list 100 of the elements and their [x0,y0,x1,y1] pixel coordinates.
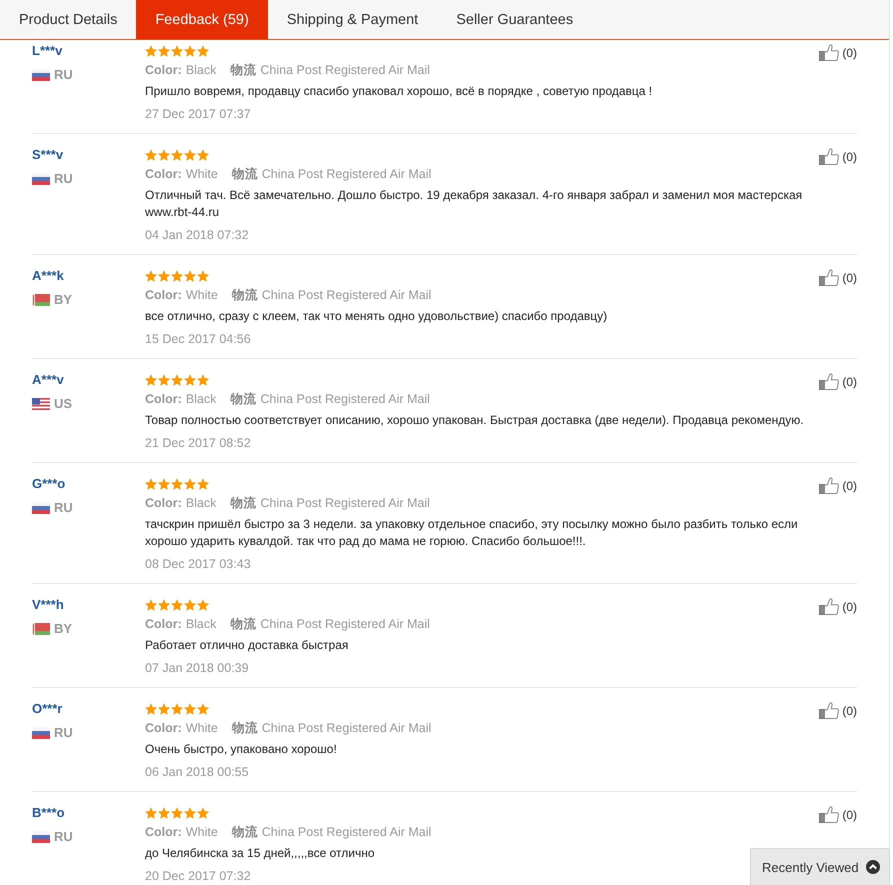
country-code: BY [54,291,72,309]
country-code: RU [54,170,73,188]
reviewer-name[interactable]: O***r [32,700,62,718]
color-value: Black [186,62,216,79]
shipping-label: 物流 [232,287,258,304]
shipping-method: China Post Registered Air Mail [260,495,430,512]
flag-icon [32,623,50,635]
color-label: Color: [145,391,182,408]
flag-icon [32,294,50,306]
shipping-method: China Post Registered Air Mail [260,391,430,408]
color-label: Color: [145,287,182,304]
review-date: 20 Dec 2017 07:32 [145,870,251,882]
thumbs-up-icon [819,44,840,61]
reviewer-name[interactable]: A***k [32,267,64,285]
color-value: Black [186,391,216,408]
reviewer-name[interactable]: L***v [32,42,62,60]
review-text: все отлично, сразу с клеем, так что менять одно удовольствие) спасибо продавцу) [145,308,608,325]
star-icon [145,374,157,386]
thumbs-up-icon [819,477,840,494]
review-date: 15 Dec 2017 04:56 [145,333,251,345]
star-icon [184,149,196,161]
star-icon [171,374,183,386]
review-date: 27 Dec 2017 07:37 [145,108,251,120]
thumbs-up-icon [819,148,840,165]
color-label: Color: [145,62,182,79]
color-label: Color: [145,824,182,841]
shipping-label: 物流 [230,616,256,633]
like-button[interactable]: (0) [819,806,857,823]
tab[interactable]: Seller Guarantees [437,0,592,39]
star-icon [197,599,209,611]
review-date: 06 Jan 2018 00:55 [145,766,249,778]
reviewer-name[interactable]: A***v [32,371,64,389]
reviewer-name[interactable]: S***v [32,146,64,164]
color-label: Color: [145,495,182,512]
star-icon [184,45,196,57]
color-value: White [186,824,218,841]
color-label: Color: [145,616,182,633]
star-icon [171,599,183,611]
star-icon [158,599,170,611]
color-label: Color: [145,166,182,183]
star-icon [145,478,157,490]
review-date: 04 Jan 2018 07:32 [145,229,249,241]
country-code: BY [54,620,72,638]
recently-viewed-button[interactable]: Recently Viewed [750,848,890,885]
star-icon [145,149,157,161]
chevron-up-icon [866,860,880,874]
star-icon [158,149,170,161]
shipping-method: China Post Registered Air Mail [262,720,432,737]
review-text: тачскрин пришёл быстро за 3 недели. за упаковку отдельное спасибо, эту посылку можно было разбить только если хорошо ударить кувалдой. так что рад до мама не горюю. Спасибо большое!!!. [145,516,799,550]
star-icon [184,599,196,611]
tab[interactable]: Feedback (59) [136,0,268,39]
star-icon [171,807,183,819]
review-date: 08 Dec 2017 03:43 [145,558,251,570]
star-icon [171,478,183,490]
flag-icon [32,173,50,185]
star-icon [145,807,157,819]
review-text: до Челябинска за 15 дней,,,,,все отлично [145,845,375,862]
star-icon [197,45,209,57]
review-text: Отличный тач. Всё замечательно. Дошло быстро. 19 декабря заказал. 4-го января забрал и заменил моя мастерская www.rbt-44.ru [145,187,804,221]
star-icon [145,270,157,282]
star-icon [184,374,196,386]
like-button[interactable]: (0) [819,373,857,390]
shipping-method: China Post Registered Air Mail [262,287,432,304]
star-icon [197,270,209,282]
country-code: US [54,395,72,413]
star-icon [158,478,170,490]
star-icon [145,599,157,611]
tab[interactable]: Product Details [0,0,136,39]
shipping-label: 物流 [230,62,256,79]
reviewer-name[interactable]: V***h [32,596,64,614]
star-icon [158,374,170,386]
review-text: Работает отлично доставка быстрая [145,637,348,654]
star-icon [158,270,170,282]
thumbs-up-icon [819,373,840,390]
review-date: 07 Jan 2018 00:39 [145,662,249,674]
like-button[interactable]: (0) [819,44,857,61]
like-button[interactable]: (0) [819,598,857,615]
flag-icon [32,69,50,81]
flag-icon [32,727,50,739]
like-button[interactable]: (0) [819,148,857,165]
star-icon [145,45,157,57]
like-button[interactable]: (0) [819,269,857,286]
star-icon [171,703,183,715]
reviewer-name[interactable]: B***o [32,804,65,822]
star-icon [197,478,209,490]
review-text: Пришло вовремя, продавцу спасибо упаковал хорошо, всё в порядке , советую продавца ! [145,83,652,100]
tab[interactable]: Shipping & Payment [268,0,438,39]
review-text: Товар полностью соответствует описанию, хорошо упакован. Быстрая доставка (две недели). Продавца рекомендую. [145,412,804,429]
shipping-label: 物流 [230,495,256,512]
star-icon [184,270,196,282]
country-code: RU [54,724,73,742]
like-button[interactable]: (0) [819,477,857,494]
flag-icon [32,831,50,843]
star-icon [171,149,183,161]
star-icon [158,45,170,57]
reviewer-name[interactable]: G***o [32,475,66,493]
review-text: Очень быстро, упаковано хорошо! [145,741,337,758]
like-button[interactable]: (0) [819,702,857,719]
star-icon [184,478,196,490]
country-code: RU [54,66,73,84]
